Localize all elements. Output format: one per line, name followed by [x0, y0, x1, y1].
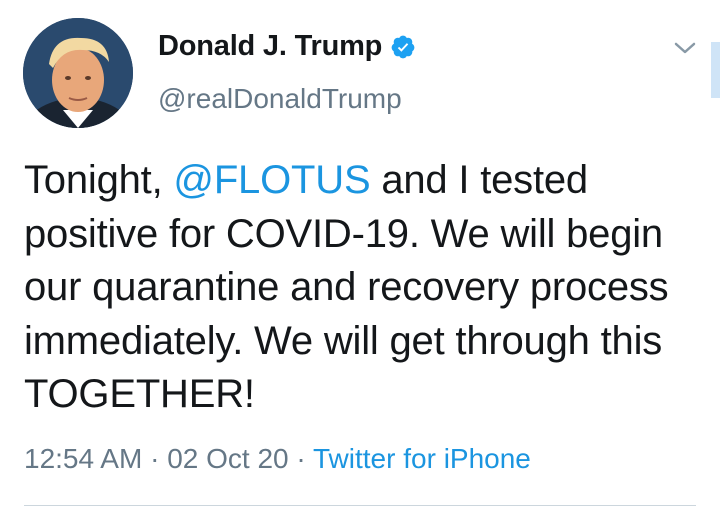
- tweet-text: Tonight, @FLOTUS and I tested positive f…: [24, 154, 704, 422]
- mention-link[interactable]: @FLOTUS: [173, 158, 370, 202]
- avatar[interactable]: [23, 18, 133, 128]
- author-name-row[interactable]: Donald J. Trump: [158, 30, 416, 63]
- verified-badge-icon: [390, 34, 416, 60]
- avatar-image: [23, 18, 133, 128]
- divider: [24, 505, 696, 506]
- tweet-card: Donald J. Trump @realDonaldTrump Tonight…: [0, 0, 720, 509]
- meta-separator: ·: [288, 443, 313, 474]
- tweet-date[interactable]: 02 Oct 20: [167, 443, 288, 474]
- author-display-name[interactable]: Donald J. Trump: [158, 30, 382, 63]
- chevron-down-icon[interactable]: [670, 38, 700, 58]
- tweet-time[interactable]: 12:54 AM: [24, 443, 142, 474]
- tweet-text-start: Tonight,: [24, 158, 174, 202]
- tweet-meta: 12:54 AM · 02 Oct 20 · Twitter for iPhon…: [24, 443, 531, 475]
- tweet-source-link[interactable]: Twitter for iPhone: [313, 443, 531, 474]
- edge-indicator: [711, 42, 720, 98]
- meta-separator: ·: [142, 443, 168, 474]
- author-handle[interactable]: @realDonaldTrump: [158, 83, 402, 115]
